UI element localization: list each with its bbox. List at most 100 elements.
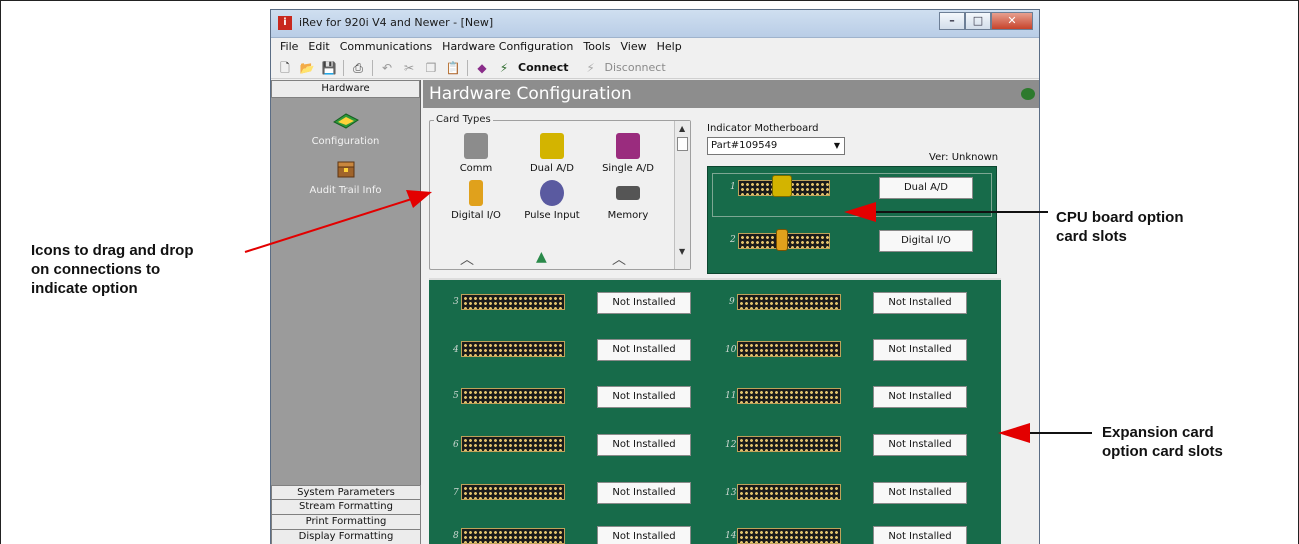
slot-connector[interactable] — [461, 388, 565, 404]
expansion-slot-button[interactable]: Not Installed — [597, 292, 691, 314]
scroll-up-icon[interactable]: ▲ — [679, 124, 685, 133]
slot-connector[interactable] — [737, 341, 841, 357]
open-folder-icon[interactable]: 📂 — [299, 60, 315, 76]
chevron-down-icon[interactable]: ▼ — [834, 138, 840, 154]
paste-icon[interactable]: 📋 — [445, 60, 461, 76]
toolbar-divider — [467, 59, 468, 76]
expansion-slot-button[interactable]: Not Installed — [873, 292, 967, 314]
expansion-slot-button[interactable]: Not Installed — [597, 386, 691, 408]
print-icon[interactable]: ⎙ — [350, 60, 366, 76]
card-types-panel: Card Types Comm Dual A/D Single A/D Digi… — [429, 114, 691, 270]
stream-formatting-button[interactable]: Stream Formatting — [271, 500, 421, 515]
new-file-icon[interactable]: 🗋 — [277, 60, 293, 76]
annotation-cpu-slots: CPU board option card slots — [1056, 208, 1184, 246]
card-type-single-ad[interactable]: Single A/D — [590, 133, 666, 174]
cpu-slot-2-button[interactable]: Digital I/O — [879, 230, 973, 252]
menu-hardware-configuration[interactable]: Hardware Configuration — [437, 38, 578, 56]
expansion-slot-button[interactable]: Not Installed — [597, 434, 691, 456]
window-title: iRev for 920i V4 and Newer - [New] — [299, 16, 494, 29]
connect-button[interactable]: Connect — [518, 61, 569, 74]
title-bar[interactable]: i iRev for 920i V4 and Newer - [New] – □… — [271, 10, 1039, 38]
menu-help[interactable]: Help — [652, 38, 687, 56]
memory-chip-icon — [616, 186, 640, 200]
scroll-down-icon[interactable]: ▼ — [679, 247, 685, 256]
slot-connector[interactable] — [461, 294, 565, 310]
card-type-memory[interactable]: Memory — [590, 180, 666, 221]
disconnect-button[interactable]: Disconnect — [605, 61, 666, 74]
menu-edit[interactable]: Edit — [303, 38, 334, 56]
slot-number: 14 — [725, 531, 737, 541]
expansion-slot-button[interactable]: Not Installed — [597, 339, 691, 361]
card-type-label: Dual A/D — [529, 163, 575, 174]
menu-tools[interactable]: Tools — [578, 38, 615, 56]
sidebar-item-label: Audit Trail Info — [309, 185, 382, 196]
chevron-up-icon[interactable]: ▲ — [536, 249, 547, 265]
card-types-scrollbar[interactable]: ▲ ▼ — [674, 121, 690, 269]
part-number-select[interactable]: Part#109549 ▼ — [707, 137, 845, 155]
expansion-slot-button[interactable]: Not Installed — [873, 482, 967, 504]
card-type-pulse-input[interactable]: Pulse Input — [514, 180, 590, 221]
chevron-up-icon[interactable]: ︿ — [612, 249, 626, 269]
annotation-line: CPU board option — [1056, 209, 1184, 226]
view-eye-icon[interactable] — [1021, 88, 1035, 100]
close-icon[interactable]: ✕ — [991, 12, 1033, 30]
digital-io-card-icon[interactable] — [776, 229, 788, 251]
slot-number: 2 — [730, 235, 736, 245]
card-type-label: Memory — [607, 210, 649, 221]
dual-ad-card-icon — [540, 133, 564, 159]
slot-connector[interactable] — [737, 436, 841, 452]
window-controls: – □ ✕ — [939, 12, 1033, 30]
slot-connector[interactable] — [461, 484, 565, 500]
slot-connector[interactable] — [461, 528, 565, 544]
maximize-icon[interactable]: □ — [965, 12, 991, 30]
display-formatting-button[interactable]: Display Formatting — [271, 530, 421, 544]
card-type-dual-ad[interactable]: Dual A/D — [514, 133, 590, 174]
card-type-digital-io[interactable]: Digital I/O — [438, 180, 514, 221]
app-window: i iRev for 920i V4 and Newer - [New] – □… — [270, 9, 1040, 544]
expansion-slot-button[interactable]: Not Installed — [597, 482, 691, 504]
slot-connector[interactable] — [737, 294, 841, 310]
book-icon[interactable]: ◆ — [474, 60, 490, 76]
undo-icon[interactable]: ↶ — [379, 60, 395, 76]
menu-file[interactable]: File — [275, 38, 303, 56]
slot-number: 3 — [453, 297, 459, 307]
expansion-slot-button[interactable]: Not Installed — [873, 386, 967, 408]
copy-icon[interactable]: ❐ — [423, 60, 439, 76]
cut-icon[interactable]: ✂ — [401, 60, 417, 76]
expansion-slot-button[interactable]: Not Installed — [597, 526, 691, 544]
slot-number: 13 — [725, 488, 737, 498]
sidebar-item-audit-trail[interactable]: Audit Trail Info — [271, 159, 420, 196]
system-parameters-button[interactable]: System Parameters — [271, 485, 421, 500]
print-formatting-button[interactable]: Print Formatting — [271, 515, 421, 530]
part-number-value: Part#109549 — [711, 140, 778, 151]
card-types-legend: Card Types — [434, 114, 493, 125]
dual-ad-card-icon[interactable] — [772, 175, 792, 197]
expansion-slot-button[interactable]: Not Installed — [873, 434, 967, 456]
minimize-icon[interactable]: – — [939, 12, 965, 30]
sidebar-header-hardware[interactable]: Hardware — [271, 80, 420, 98]
disconnect-plug-icon[interactable]: ⚡ — [583, 60, 599, 76]
slot-connector[interactable] — [737, 484, 841, 500]
main-area: Hardware Configuration Card Types Comm D… — [423, 80, 1039, 544]
menu-communications[interactable]: Communications — [335, 38, 437, 56]
slot-connector[interactable] — [461, 341, 565, 357]
scroll-thumb[interactable] — [677, 137, 688, 151]
slot-connector[interactable] — [461, 436, 565, 452]
slot-number: 4 — [453, 345, 459, 355]
slot-number: 7 — [453, 488, 459, 498]
menu-view[interactable]: View — [616, 38, 652, 56]
sidebar-item-configuration[interactable]: Configuration — [271, 110, 420, 147]
cpu-slot-1-button[interactable]: Dual A/D — [879, 177, 973, 199]
single-ad-card-icon — [616, 133, 640, 159]
pulse-input-card-icon — [540, 180, 564, 206]
expansion-slot-button[interactable]: Not Installed — [873, 339, 967, 361]
slot-connector[interactable] — [737, 388, 841, 404]
expansion-slot-button[interactable]: Not Installed — [873, 526, 967, 544]
connect-plug-icon[interactable]: ⚡ — [496, 60, 512, 76]
chevron-up-icon[interactable]: ︿ — [460, 249, 474, 269]
slot-connector[interactable] — [737, 528, 841, 544]
treasure-box-icon — [337, 161, 354, 178]
card-type-comm[interactable]: Comm — [438, 133, 514, 174]
save-icon[interactable]: 💾 — [321, 60, 337, 76]
annotation-line: card slots — [1056, 228, 1127, 245]
